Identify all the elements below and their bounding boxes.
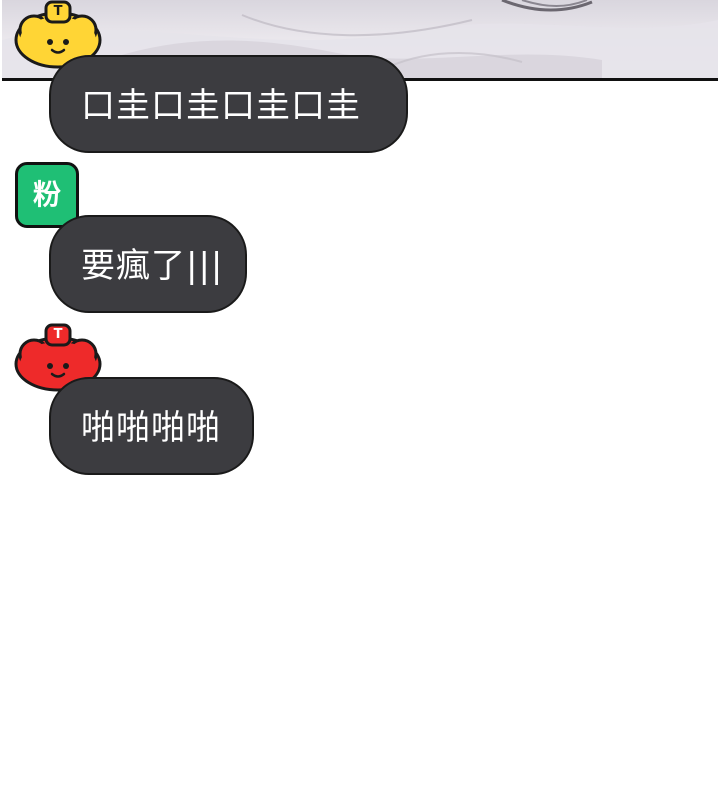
fan-badge-avatar: 粉 bbox=[15, 162, 79, 228]
avatar-badge-letter: T bbox=[53, 4, 63, 19]
avatar-badge-letter: T bbox=[53, 327, 63, 342]
message-text: 要瘋了||| bbox=[81, 246, 224, 286]
fan-badge-label: 粉 bbox=[32, 178, 61, 211]
message-text: 口圭口圭口圭口圭 bbox=[81, 86, 361, 126]
chat-bubble: 要瘋了||| bbox=[49, 215, 247, 313]
chat-bubble: 口圭口圭口圭口圭 bbox=[49, 55, 408, 153]
message-text: 啪啪啪啪 bbox=[81, 408, 221, 448]
chat-page: T 口圭口圭口圭口圭 粉 要瘋了||| T 啪啪啪啪 bbox=[0, 0, 720, 800]
chat-bubble: 啪啪啪啪 bbox=[49, 377, 254, 475]
